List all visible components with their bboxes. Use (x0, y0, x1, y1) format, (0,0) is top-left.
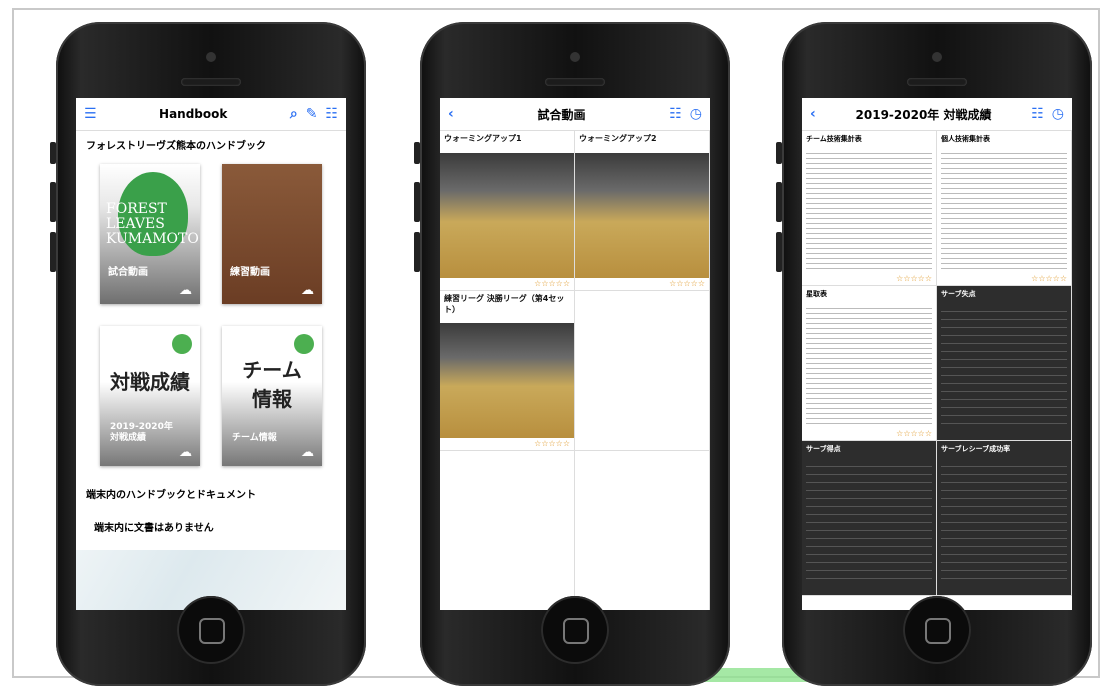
phone-match-videos: ‹ 試合動画 ☷ ◷ ウォーミングアップ1 ☆☆☆☆☆ ウォーミングアップ2 ☆… (414, 22, 730, 686)
empty-message: 端末内に文書はありません (94, 523, 214, 534)
section-title: フォレストリーヴズ熊本のハンドブック (86, 141, 266, 152)
camera (570, 52, 580, 62)
document-preview (806, 149, 932, 271)
history-icon[interactable]: ◷ (690, 106, 702, 122)
back-icon[interactable]: ‹ (810, 106, 816, 122)
video-thumbnail (575, 153, 709, 278)
tile-team-info[interactable]: チーム 情報 チーム情報 ☁ (222, 326, 322, 466)
page-title: 2019-2020年 対戦成績 (855, 107, 992, 122)
back-icon[interactable]: ‹ (448, 106, 454, 122)
speaker (545, 78, 605, 86)
video-item[interactable]: ウォーミングアップ1 ☆☆☆☆☆ (440, 131, 575, 291)
handbook-screen: ☰ Handbook ⌕ ✎ ☷ フォレストリーヴズ熊本のハンドブック FORE… (76, 98, 346, 610)
document-preview (941, 459, 1067, 581)
nav-bar: ‹ 2019-2020年 対戦成績 ☷ ◷ (802, 98, 1072, 131)
document-preview (941, 149, 1067, 271)
rating-stars: ☆☆☆☆☆ (534, 439, 570, 448)
document-item[interactable]: サーブ得点 (802, 441, 937, 596)
document-title: チーム技術集計表 (806, 135, 862, 143)
tile-heading: 対戦成績 (110, 370, 190, 394)
document-item[interactable]: サーブ失点 (937, 286, 1072, 441)
rating-stars: ☆☆☆☆☆ (896, 274, 932, 283)
list-icon[interactable]: ☷ (325, 106, 338, 122)
home-button[interactable] (177, 596, 245, 664)
page-title: Handbook (159, 107, 228, 121)
team-badge-icon (172, 334, 192, 354)
speaker (907, 78, 967, 86)
menu-icon[interactable]: ☰ (84, 106, 97, 122)
video-title: ウォーミングアップ1 (440, 131, 574, 146)
tile-label: 練習動画 (230, 267, 270, 278)
document-title: 個人技術集計表 (941, 135, 990, 143)
page-title: 試合動画 (537, 107, 586, 122)
video-item[interactable]: ウォーミングアップ2 ☆☆☆☆☆ (575, 131, 710, 291)
camera (206, 52, 216, 62)
empty-cell (575, 291, 710, 451)
device-section-title: 端末内のハンドブックとドキュメント (86, 490, 256, 501)
phone-results: ‹ 2019-2020年 対戦成績 ☷ ◷ チーム技術集計表 ☆☆☆☆☆ 個人技術集… (776, 22, 1092, 686)
nav-bar: ☰ Handbook ⌕ ✎ ☷ (76, 98, 346, 131)
document-item[interactable]: サーブレシーブ成功率 (937, 441, 1072, 596)
document-title: サーブレシーブ成功率 (941, 445, 1011, 453)
cloud-icon: ☁ (179, 445, 192, 460)
document-item[interactable]: 星取表 ☆☆☆☆☆ (802, 286, 937, 441)
rating-stars: ☆☆☆☆☆ (1031, 274, 1067, 283)
home-button[interactable] (541, 596, 609, 664)
cloud-icon: ☁ (301, 445, 314, 460)
results-screen: ‹ 2019-2020年 対戦成績 ☷ ◷ チーム技術集計表 ☆☆☆☆☆ 個人技術集… (802, 98, 1072, 610)
rating-stars: ☆☆☆☆☆ (669, 279, 705, 288)
document-preview (941, 304, 1067, 426)
video-thumbnail (440, 153, 574, 278)
rating-stars: ☆☆☆☆☆ (534, 279, 570, 288)
document-preview (806, 304, 932, 426)
video-title: 練習リーグ 決勝リーグ（第4セット） (440, 291, 574, 317)
camera (932, 52, 942, 62)
search-icon[interactable]: ⌕ (290, 106, 298, 122)
document-title: 星取表 (806, 290, 827, 298)
phone-handbook: ☰ Handbook ⌕ ✎ ☷ フォレストリーヴズ熊本のハンドブック FORE… (50, 22, 366, 686)
video-thumbnail (440, 323, 574, 438)
document-title: サーブ得点 (806, 445, 841, 453)
videos-screen: ‹ 試合動画 ☷ ◷ ウォーミングアップ1 ☆☆☆☆☆ ウォーミングアップ2 ☆… (440, 98, 710, 610)
video-title: ウォーミングアップ2 (575, 131, 709, 146)
tile-label: 試合動画 (108, 267, 148, 278)
tile-results[interactable]: 対戦成績 2019-2020年 対戦成績 ☁ (100, 326, 200, 466)
document-preview (806, 459, 932, 581)
video-item[interactable]: 練習リーグ 決勝リーグ（第4セット） ☆☆☆☆☆ (440, 291, 575, 451)
rating-stars: ☆☆☆☆☆ (896, 429, 932, 438)
tile-label: チーム情報 (232, 433, 277, 443)
team-badge-icon (294, 334, 314, 354)
home-button[interactable] (903, 596, 971, 664)
empty-cell (440, 451, 575, 610)
cloud-icon: ☁ (179, 283, 192, 298)
document-title: サーブ失点 (941, 290, 976, 298)
nav-bar: ‹ 試合動画 ☷ ◷ (440, 98, 710, 131)
tile-heading: チーム 情報 (242, 358, 302, 411)
tile-match-videos[interactable]: FOREST LEAVES KUMAMOTO 試合動画 ☁ (100, 164, 200, 304)
document-item[interactable]: チーム技術集計表 ☆☆☆☆☆ (802, 131, 937, 286)
speaker (181, 78, 241, 86)
document-item[interactable]: 個人技術集計表 ☆☆☆☆☆ (937, 131, 1072, 286)
edit-icon[interactable]: ✎ (306, 106, 318, 122)
tile-practice-videos[interactable]: 練習動画 ☁ (222, 164, 322, 304)
cloud-icon: ☁ (301, 283, 314, 298)
history-icon[interactable]: ◷ (1052, 106, 1064, 122)
list-icon[interactable]: ☷ (1031, 106, 1044, 122)
tile-label: 2019-2020年 対戦成績 (110, 422, 173, 443)
empty-cell (575, 451, 710, 610)
list-icon[interactable]: ☷ (669, 106, 682, 122)
logo-text: FOREST LEAVES KUMAMOTO (106, 201, 199, 247)
